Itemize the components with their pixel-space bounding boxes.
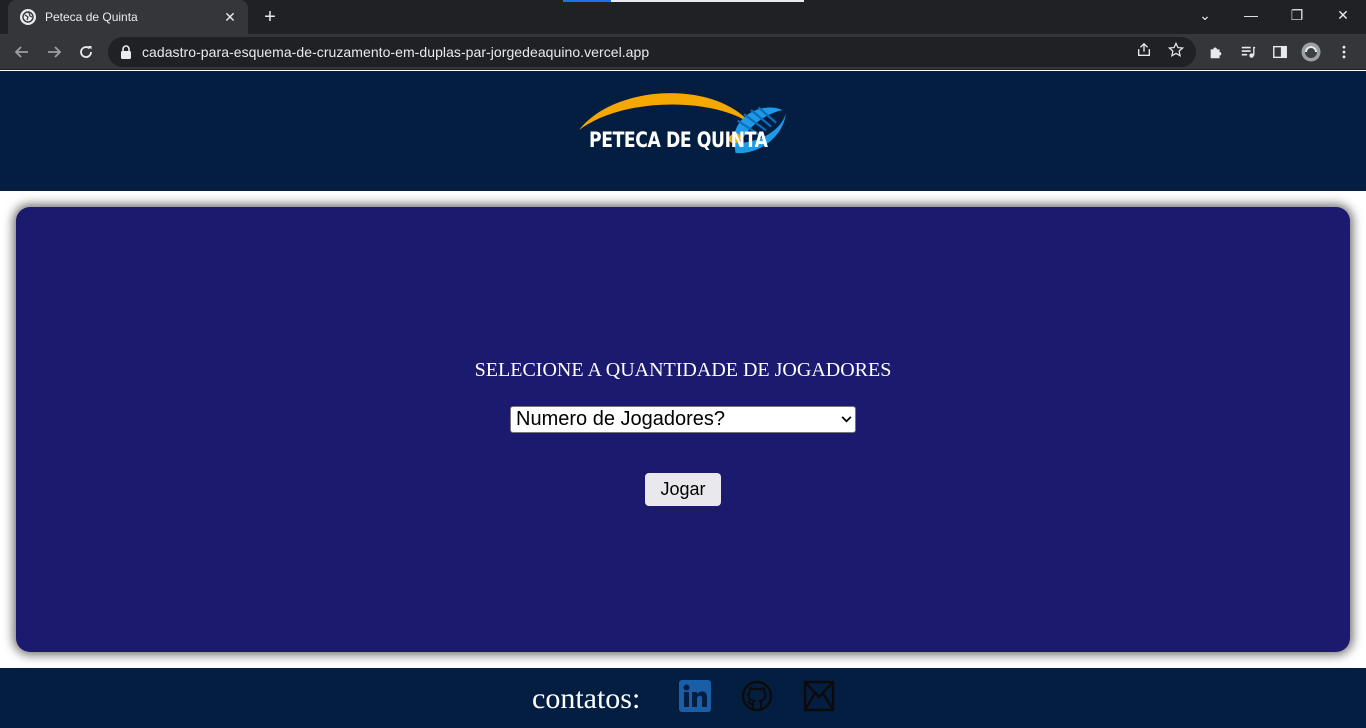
browser-toolbar: cadastro-para-esquema-de-cruzamento-em-d…: [0, 34, 1366, 70]
site-footer: contatos:: [0, 668, 1366, 728]
media-queue-icon[interactable]: [1238, 42, 1258, 62]
tab-search-icon[interactable]: ⌄: [1182, 0, 1228, 30]
browser-tabstrip: Peteca de Quinta ✕ + ⌄ — ❐ ✕: [0, 0, 1366, 34]
loading-indicator: [563, 0, 804, 2]
mail-icon[interactable]: [803, 680, 835, 712]
extensions-puzzle-icon[interactable]: [1206, 42, 1226, 62]
linkedin-icon[interactable]: [679, 680, 711, 712]
url-text: cadastro-para-esquema-de-cruzamento-em-d…: [142, 44, 650, 60]
restore-button[interactable]: ❐: [1274, 0, 1320, 30]
browser-tab[interactable]: Peteca de Quinta ✕: [8, 0, 248, 34]
reload-icon[interactable]: [73, 39, 99, 65]
contacts-label: contatos:: [532, 682, 641, 715]
minimize-button[interactable]: —: [1228, 0, 1274, 30]
shuttlecock-logo-icon: [579, 93, 786, 153]
chevron-down-icon: [837, 416, 855, 423]
player-count-selected-value: Numero de Jogadores?: [516, 408, 726, 430]
close-window-button[interactable]: ✕: [1320, 0, 1366, 30]
player-count-select[interactable]: Numero de Jogadores?: [510, 406, 856, 433]
game-setup-panel: SELECIONE A QUANTIDADE DE JOGADORES Nume…: [16, 207, 1350, 652]
back-arrow-icon[interactable]: [9, 39, 35, 65]
play-button[interactable]: Jogar: [645, 473, 721, 506]
globe-icon: [20, 9, 36, 25]
site-logo[interactable]: PETECA DE QUINTA: [575, 86, 795, 168]
new-tab-button[interactable]: +: [256, 4, 284, 30]
tab-close-icon[interactable]: ✕: [222, 9, 238, 26]
github-icon[interactable]: [741, 680, 773, 712]
profile-avatar-icon[interactable]: [1301, 42, 1321, 62]
browser-menu-icon[interactable]: [1334, 42, 1354, 62]
side-panel-icon[interactable]: [1270, 42, 1290, 62]
logo-text: PETECA DE QUINTA: [589, 128, 768, 152]
tab-title: Peteca de Quinta: [45, 10, 138, 24]
lock-icon: [121, 45, 131, 59]
player-count-prompt: SELECIONE A QUANTIDADE DE JOGADORES: [474, 359, 892, 381]
bookmark-star-icon[interactable]: [1167, 41, 1185, 59]
forward-arrow-icon[interactable]: [41, 39, 67, 65]
address-bar[interactable]: cadastro-para-esquema-de-cruzamento-em-d…: [108, 37, 1196, 67]
share-icon[interactable]: [1135, 41, 1153, 59]
